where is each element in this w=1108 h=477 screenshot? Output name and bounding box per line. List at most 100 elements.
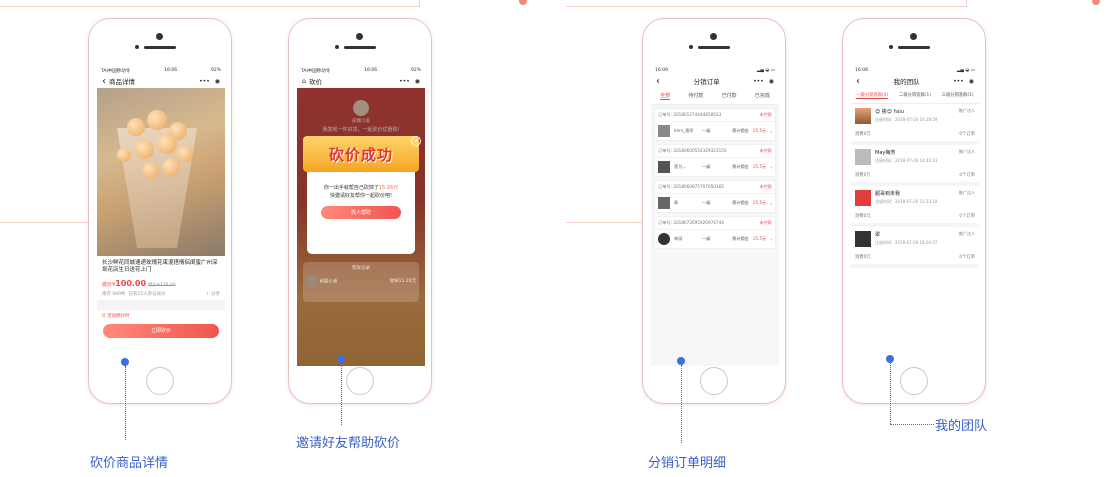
chevron-right-icon: ›	[770, 236, 772, 242]
tab-pending[interactable]: 待付款	[688, 92, 703, 100]
member-name: 翠	[875, 232, 881, 238]
nav-bar: ‹ 商品详情 ••• ◉	[97, 74, 225, 88]
popup-line1: 你一出手就帮自己砍掉了	[323, 185, 379, 191]
more-icon[interactable]: •••	[399, 78, 410, 85]
speaker	[344, 46, 376, 49]
signal-icons: ▂▄ ◒ ▭	[757, 68, 775, 73]
order-count: 0个订单	[959, 255, 975, 260]
status-bar: 16:09 ▂▄ ◒ ▭	[651, 66, 779, 74]
member-card[interactable]: 翠注册时间：2018-07-26 18:04:37 推广达人 消费0元 0个订单	[851, 227, 979, 268]
home-button[interactable]	[700, 367, 728, 395]
decor-line	[0, 6, 420, 7]
sensor-dot	[889, 45, 893, 49]
share-icon: ⇪	[205, 291, 210, 297]
order-count: 0个订单	[959, 214, 975, 219]
flower	[127, 118, 145, 136]
close-icon[interactable]: ×	[411, 136, 421, 146]
callout-line	[890, 424, 934, 425]
battery: 92%	[210, 68, 221, 73]
target-icon[interactable]: ◉	[769, 78, 774, 85]
order-status: 未付款	[759, 220, 772, 225]
callout-pin	[677, 357, 685, 365]
bargain-now-button[interactable]: 立即砍价	[103, 323, 219, 338]
status-bar: 16:08 ▂▄ ◒ ▭	[851, 66, 979, 74]
page-title: 商品详情	[109, 78, 135, 86]
more-icon[interactable]: •••	[753, 78, 764, 85]
commission-label: 预计佣金	[732, 236, 749, 241]
back-icon[interactable]: ‹	[656, 76, 660, 87]
chevron-right-icon: ›	[770, 128, 772, 134]
order-card[interactable]: 订单号: 2018012744448585S3 未付款 lmrs_渔军 一级 预计佣金…	[654, 108, 776, 141]
flower	[135, 140, 154, 159]
member-avatar	[855, 108, 871, 124]
help-record: 帮砍记录 前端小美 砍掉15.26元	[303, 262, 419, 302]
flower	[142, 162, 159, 179]
find-helper-button[interactable]: 找人帮砍	[321, 206, 401, 219]
commission-label: 预计佣金	[732, 164, 749, 169]
member-tag: 推广达人	[959, 190, 975, 195]
tab-level2[interactable]: 二级分销客群(1)	[899, 92, 931, 99]
target-icon[interactable]: ◉	[969, 78, 974, 85]
order-status: 未付款	[759, 184, 772, 189]
member-date: 注册时间：2018-07-26 18:04:37	[875, 240, 938, 245]
member-card[interactable]: 超哥到未我 注册时间：2018-07-26 12:33:18 推广达人 消费0元 0…	[851, 186, 979, 227]
back-icon[interactable]: ‹	[102, 76, 106, 87]
target-icon[interactable]: ◉	[215, 78, 220, 85]
speaker	[144, 46, 176, 49]
tab-all[interactable]: 全部	[660, 92, 671, 100]
home-button[interactable]	[346, 367, 374, 395]
battery: 92%	[410, 68, 421, 73]
order-count: 0个订单	[959, 173, 975, 178]
buyer-avatar	[658, 197, 670, 209]
more-icon[interactable]: •••	[953, 78, 964, 85]
order-card[interactable]: 订单号: 2018060055432932315S 未付款 黑凡... 一级 预计佣金…	[654, 144, 776, 177]
decor-line	[566, 6, 966, 7]
clock-icon: ⏱	[102, 313, 106, 319]
caption-distribution-orders: 分销订单明细	[648, 456, 727, 471]
member-avatar	[855, 190, 871, 206]
clock: 16:06	[364, 68, 378, 73]
flower	[147, 110, 167, 130]
nav-bar: ‹ 分销订单 ••• ◉	[651, 74, 779, 88]
tab-paid[interactable]: 已付款	[722, 92, 737, 100]
sensor-dot	[335, 45, 339, 49]
commission-label: 预计佣金	[732, 200, 749, 205]
camera	[710, 33, 717, 40]
sensor-dot	[689, 45, 693, 49]
buyer-name: 黑凡...	[674, 164, 687, 169]
home-icon[interactable]: ⌂	[302, 77, 306, 85]
member-card[interactable]: 😊 挨😊 hsiu 注册时间：2018-07-26 16:28:59 推广达人 消…	[851, 104, 979, 145]
order-number: 2018060975707050165	[673, 184, 724, 189]
caption-bargain-detail: 砍价商品详情	[90, 456, 169, 471]
target-icon[interactable]: ◉	[415, 78, 420, 85]
order-card[interactable]: 订单号: 2018060975707050165 未付款 翠一级 预计佣金 15.5元…	[654, 180, 776, 213]
popup-line2: 快邀请好友帮你一起砍价吧!	[329, 193, 392, 199]
member-card[interactable]: May梅芳 注册时间：2018-07-26 14:46:23 推广达人 消费0元 0…	[851, 145, 979, 186]
carrier: TAI中国移动令	[301, 69, 331, 74]
level: 一级	[702, 164, 711, 169]
joined-count: 已有15人参与砍价	[128, 291, 166, 297]
status-bar: TAI中国移动令 16:06 92%	[297, 66, 425, 74]
level: 一级	[702, 128, 711, 133]
callout-line	[125, 366, 126, 440]
order-label: 订单号	[658, 184, 671, 189]
share-button[interactable]: ⇪ 分享	[206, 291, 220, 297]
speaker	[898, 46, 930, 49]
member-date: 注册时间：2018-07-26 16:28:59	[875, 117, 938, 122]
more-icon[interactable]: •••	[199, 78, 210, 85]
carrier: TAI中国移动令	[101, 69, 131, 74]
price-label: 底价¥	[102, 281, 116, 288]
tab-level1[interactable]: 一级分销客群(4)	[856, 92, 889, 99]
member-tag: 推广达人	[959, 149, 975, 154]
buyer-avatar	[658, 161, 670, 173]
home-button[interactable]	[146, 367, 174, 395]
tab-level3[interactable]: 三级分销客群(1)	[942, 92, 974, 99]
flower	[117, 148, 131, 162]
back-icon[interactable]: ‹	[856, 76, 860, 87]
buyer-name: lmrs_渔军	[674, 128, 694, 133]
order-card[interactable]: 订单号: 2018072695920974744 未付款 林伢 一级 预计佣金 15.5…	[654, 216, 776, 249]
phone-product-detail: TAI中国移动令 16:06 92% ‹ 商品详情 ••• ◉ 长沙鲜花同城速递…	[88, 18, 232, 404]
buyer-name: 翠	[674, 200, 679, 205]
tab-done[interactable]: 已完成	[755, 92, 770, 100]
home-button[interactable]	[900, 367, 928, 395]
